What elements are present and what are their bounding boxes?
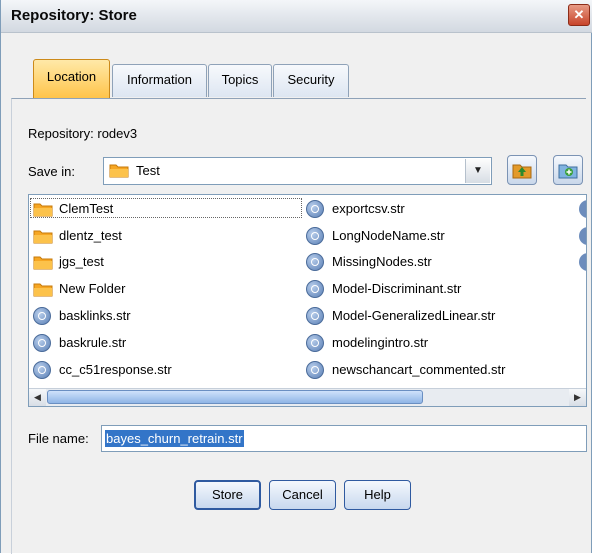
store-button-label: Store — [211, 487, 244, 502]
file-name: New Folder — [59, 281, 126, 296]
cancel-button-label: Cancel — [282, 487, 323, 502]
tab-topics-label: Topics — [221, 72, 259, 87]
stream-file-icon — [33, 334, 51, 352]
file-name: Model-Discriminant.str — [332, 281, 462, 296]
save-in-label: Save in: — [28, 164, 75, 179]
up-one-level-button[interactable] — [507, 155, 537, 185]
close-icon: ✕ — [573, 7, 585, 22]
title-bar: Repository: Store ✕ — [1, 0, 592, 33]
chevron-down-icon[interactable]: ▼ — [465, 159, 490, 183]
stream-file-icon — [33, 307, 51, 325]
file-name-label: File name: — [28, 431, 89, 446]
save-in-value: Test — [136, 163, 160, 178]
tab-security[interactable]: Security — [273, 64, 349, 97]
folder-icon — [33, 256, 53, 270]
scrollbar-thumb[interactable] — [47, 390, 423, 404]
stream-file-icon — [579, 227, 586, 245]
file-name: basklinks.str — [59, 308, 131, 323]
stream-file-icon — [33, 361, 51, 379]
stream-file-icon — [306, 334, 324, 352]
stream-file-icon — [306, 200, 324, 218]
close-button[interactable]: ✕ — [568, 4, 590, 26]
file-name: newschancart_commented.str — [332, 362, 506, 377]
file-name: modelingintro.str — [332, 335, 429, 350]
file-name: ClemTest — [59, 201, 114, 216]
new-folder-button[interactable] — [553, 155, 583, 185]
cancel-button[interactable]: Cancel — [269, 480, 336, 510]
save-in-dropdown[interactable]: Test ▼ — [103, 157, 492, 185]
horizontal-scrollbar[interactable]: ◀ ▶ — [29, 388, 586, 406]
scroll-right-icon[interactable]: ▶ — [569, 389, 586, 406]
file-name: cc_c51response.str — [59, 362, 172, 377]
repository-label: Repository: rodev3 — [28, 126, 138, 141]
tab-location[interactable]: Location — [33, 59, 110, 99]
tab-location-label: Location — [46, 69, 97, 84]
store-button[interactable]: Store — [194, 480, 261, 510]
stream-file-icon — [306, 253, 324, 271]
file-name: jgs_test — [59, 254, 104, 269]
stream-file-icon — [579, 200, 586, 218]
repository-store-dialog: Repository: Store ✕ Location Information… — [0, 0, 592, 554]
new-folder-icon — [558, 164, 578, 179]
stream-file-icon — [306, 280, 324, 298]
file-list[interactable]: ClemTest dlentz_test jgs_test New Folder… — [28, 194, 587, 407]
file-name: LongNodeName.str — [332, 228, 445, 243]
file-name: exportcsv.str — [332, 201, 405, 216]
folder-up-icon — [512, 164, 532, 179]
tab-topics[interactable]: Topics — [208, 64, 272, 97]
folder-icon — [109, 164, 129, 178]
file-name: Model-GeneralizedLinear.str — [332, 308, 496, 323]
help-button-label: Help — [364, 487, 391, 502]
scroll-left-icon[interactable]: ◀ — [29, 389, 46, 406]
folder-icon — [33, 283, 53, 297]
stream-file-icon — [306, 307, 324, 325]
file-name-value: bayes_churn_retrain.str — [105, 430, 244, 447]
dialog-title: Repository: Store — [11, 7, 137, 24]
tab-information-label: Information — [126, 72, 193, 87]
stream-file-icon — [306, 227, 324, 245]
folder-icon — [33, 203, 53, 217]
folder-icon — [33, 230, 53, 244]
file-name: MissingNodes.str — [332, 254, 432, 269]
file-name-input[interactable]: bayes_churn_retrain.str — [101, 425, 587, 452]
stream-file-icon — [579, 253, 586, 271]
file-name: dlentz_test — [59, 228, 122, 243]
tab-security-label: Security — [287, 72, 335, 87]
file-name: baskrule.str — [59, 335, 127, 350]
help-button[interactable]: Help — [344, 480, 411, 510]
tab-information[interactable]: Information — [112, 64, 207, 97]
stream-file-icon — [306, 361, 324, 379]
